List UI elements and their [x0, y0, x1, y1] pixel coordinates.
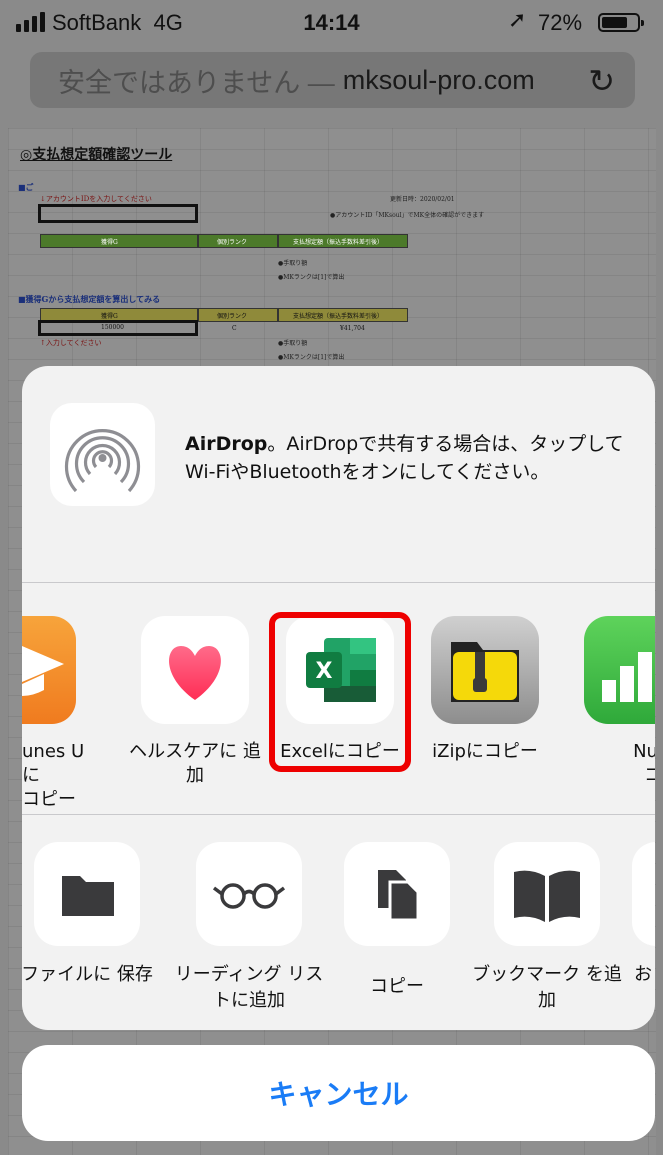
battery-percent: 72%	[538, 10, 583, 35]
share-app-numbers[interactable]: Numbe コピー	[562, 616, 655, 788]
airdrop-icon[interactable]	[50, 403, 155, 506]
excel-highlight-box	[269, 612, 411, 772]
app-label: unes Uに コピー	[22, 741, 85, 810]
rank-value: C	[232, 325, 237, 332]
airdrop-section[interactable]: AirDrop。AirDropで共有する場合は、タップして Wi-FiやBlue…	[22, 366, 655, 582]
fee-note2: ●手取り額	[278, 340, 308, 347]
action-label: コピー	[370, 976, 424, 997]
updated-text: 更新日時：2020/02/01	[390, 196, 455, 203]
fee-note: ●手取り額	[278, 260, 308, 267]
reload-icon[interactable]: ↻	[588, 62, 615, 100]
status-bar: SoftBank 4G 14:14 ➚ 72%	[0, 0, 663, 44]
share-app-health[interactable]: ヘルスケアに 追加	[125, 616, 265, 788]
section-heading: ■ご	[18, 182, 34, 192]
account-id-input[interactable]	[38, 204, 198, 223]
location-arrow-icon: ➚	[508, 8, 527, 33]
app-label: Numbe コピー	[633, 741, 655, 786]
action-label: リーディング リストに追加	[174, 964, 324, 1011]
action-copy[interactable]: コピー	[322, 842, 472, 1000]
favorite-icon	[632, 842, 655, 946]
section2-heading: ■獲得Gから支払想定額を算出してみる	[18, 294, 161, 304]
input-hint: ↓アカウントIDを入力してください	[40, 195, 152, 203]
action-favorite[interactable]: お	[632, 842, 655, 988]
g-input[interactable]: 150000	[38, 320, 198, 336]
izip-icon	[431, 616, 539, 724]
header2-cell-amount: 支払想定額（振込手数料差引後）	[278, 308, 408, 322]
share-sheet: AirDrop。AirDropで共有する場合は、タップして Wi-FiやBlue…	[22, 366, 655, 1030]
domain-label: mksoul-pro.com	[342, 64, 535, 95]
action-label: お	[634, 964, 652, 985]
book-icon	[494, 842, 600, 946]
rank-note: ●MKランクは[1]で算出	[278, 274, 345, 281]
header2-cell-rank: 個別ランク	[198, 308, 278, 322]
insecure-warning: 安全ではありません —	[58, 67, 335, 98]
action-add-bookmark[interactable]: ブックマーク を追加	[472, 842, 622, 1014]
action-label: ファイルに 保存	[22, 964, 153, 985]
cancel-button[interactable]: キャンセル	[22, 1045, 655, 1141]
rank-note2: ●MKランクは[1]で算出	[278, 354, 345, 361]
address-bar[interactable]: 安全ではありません — mksoul-pro.com ↻	[30, 52, 635, 108]
header-cell-amount: 支払想定額（振込手数料差引後）	[278, 234, 408, 248]
share-app-izip[interactable]: iZipにコピー	[415, 616, 555, 764]
app-label: ヘルスケアに 追加	[129, 741, 261, 786]
action-add-reading-list[interactable]: リーディング リストに追加	[174, 842, 324, 1014]
airdrop-description: AirDrop。AirDropで共有する場合は、タップして Wi-FiやBlue…	[185, 433, 624, 483]
header-cell-g: 獲得G	[40, 234, 198, 248]
header-cell-rank: 個別ランク	[198, 234, 278, 248]
glasses-icon	[196, 842, 302, 946]
share-actions-row: ファイルに 保存 リーディング リストに追加 コピー ブックマーク を追加 お	[22, 815, 655, 1030]
health-icon	[141, 616, 249, 724]
page-title: ◎支払想定額確認ツール	[20, 147, 173, 163]
itunes-u-icon	[22, 616, 76, 724]
share-app-itunes-u[interactable]: unes Uに コピー	[22, 616, 92, 812]
action-label: ブックマーク を追加	[472, 964, 622, 1011]
account-note: ●アカウントID「MKsoul」でMK全体の確認ができます	[330, 212, 485, 219]
input-hint2: ↑入力してください	[40, 339, 102, 347]
copy-icon	[344, 842, 450, 946]
numbers-icon	[584, 616, 655, 724]
app-label: iZipにコピー	[432, 741, 538, 762]
battery-icon	[598, 13, 644, 32]
action-save-to-files[interactable]: ファイルに 保存	[22, 842, 162, 988]
amount-value: ¥41,704	[340, 325, 365, 332]
folder-icon	[34, 842, 140, 946]
